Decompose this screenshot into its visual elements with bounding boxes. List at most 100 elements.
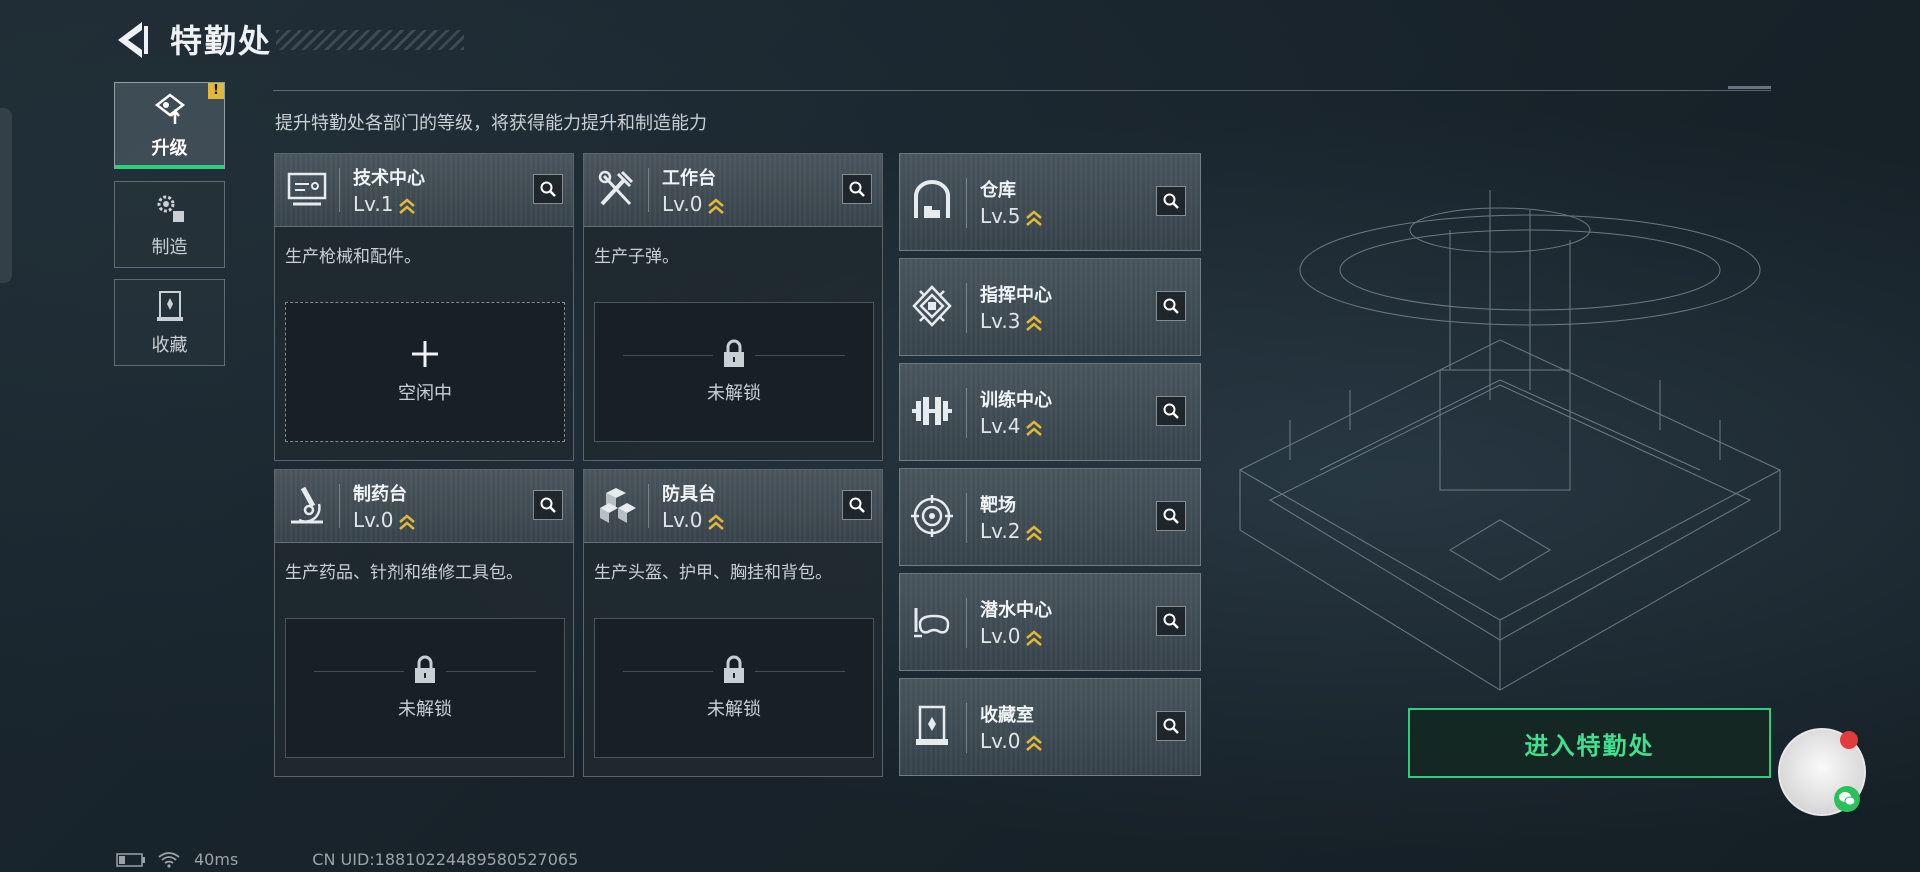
monitor-icon [287, 172, 327, 206]
notification-dot [1840, 731, 1858, 749]
details-button[interactable] [842, 174, 872, 204]
production-slot-locked: 未解锁 [594, 618, 874, 758]
level-text: Lv.0 [662, 192, 703, 216]
level-up-chevron-icon [1025, 419, 1042, 436]
wifi-icon [158, 851, 180, 868]
microscope-icon [291, 486, 323, 524]
production-slot-locked: 未解锁 [594, 302, 874, 442]
tab-craft[interactable]: 制造 [114, 181, 225, 268]
department-level: Lv.0 [662, 192, 725, 216]
search-icon [849, 497, 865, 513]
production-slot-idle[interactable]: 空闲中 [285, 302, 565, 442]
department-level: Lv.0 [662, 508, 725, 532]
department-card: 技术中心 Lv.1 生产枪械和配件。 空闲中 [274, 153, 574, 461]
search-icon [1163, 613, 1179, 629]
details-button[interactable] [533, 490, 563, 520]
side-handle [0, 108, 12, 283]
facility-level: Lv.5 [980, 204, 1043, 228]
dumbbell-icon [912, 397, 952, 425]
facility-level: Lv.0 [980, 624, 1043, 648]
page-subtitle: 提升特勤处各部门的等级，将获得能力提升和制造能力 [275, 113, 707, 134]
facility-level: Lv.4 [980, 414, 1043, 438]
level-text: Lv.4 [980, 414, 1021, 438]
header-separator [966, 283, 967, 333]
back-arrow-icon[interactable] [112, 18, 152, 62]
level-up-chevron-icon [398, 197, 415, 214]
production-slot-locked: 未解锁 [285, 618, 565, 758]
level-text: Lv.0 [980, 624, 1021, 648]
header-divider [273, 90, 1771, 91]
facility-name: 指挥中心 [980, 285, 1052, 306]
facility-name: 潜水中心 [980, 600, 1052, 621]
ping-text: 40ms [194, 850, 239, 869]
details-button[interactable] [1156, 606, 1186, 636]
details-button[interactable] [1156, 501, 1186, 531]
lock-icon [724, 339, 744, 367]
slot-divider [623, 355, 713, 356]
search-icon [1163, 718, 1179, 734]
facility-card-diving-center[interactable]: 潜水中心 Lv.0 [899, 573, 1201, 671]
facility-level: Lv.2 [980, 519, 1043, 543]
facility-name: 训练中心 [980, 390, 1052, 411]
slot-status: 未解锁 [707, 383, 761, 404]
enter-special-ops-button[interactable]: 进入特勤处 [1408, 708, 1771, 778]
search-icon [540, 497, 556, 513]
level-up-chevron-icon [707, 513, 724, 530]
status-bar: 40ms CN UID:18810224489580527065 [116, 850, 578, 869]
level-up-chevron-icon [1025, 524, 1042, 541]
header-separator [648, 168, 649, 212]
level-text: Lv.3 [980, 309, 1021, 333]
details-button[interactable] [533, 174, 563, 204]
header-separator [339, 484, 340, 528]
search-icon [849, 181, 865, 197]
level-text: Lv.2 [980, 519, 1021, 543]
slot-status: 未解锁 [707, 699, 761, 720]
level-text: Lv.5 [980, 204, 1021, 228]
gears-icon [157, 195, 184, 222]
department-card: 工作台 Lv.0 生产子弹。 未解锁 [583, 153, 883, 461]
divider-accent [1728, 86, 1771, 89]
header-separator [966, 493, 967, 543]
details-button[interactable] [1156, 291, 1186, 321]
tab-collection[interactable]: 收藏 [114, 279, 225, 366]
facility-level: Lv.3 [980, 309, 1043, 333]
card-header: 制药台 Lv.0 [275, 470, 573, 543]
level-text: Lv.1 [353, 192, 394, 216]
collection-icon [156, 290, 183, 321]
plus-icon [412, 341, 438, 367]
lock-icon [724, 655, 744, 683]
facility-level: Lv.0 [980, 729, 1043, 753]
facility-card-collection-room[interactable]: 收藏室 Lv.0 [899, 678, 1201, 776]
facility-card-command-center[interactable]: 指挥中心 Lv.3 [899, 258, 1201, 356]
upgrade-icon [154, 92, 185, 124]
level-up-chevron-icon [707, 197, 724, 214]
card-header: 防具台 Lv.0 [584, 470, 882, 543]
diving-mask-icon [914, 608, 950, 638]
level-up-chevron-icon [1025, 734, 1042, 751]
header-separator [966, 598, 967, 648]
facility-card-training-center[interactable]: 训练中心 Lv.4 [899, 363, 1201, 461]
department-name: 制药台 [353, 484, 407, 505]
slot-divider [755, 671, 845, 672]
details-button[interactable] [842, 490, 872, 520]
department-description: 生产枪械和配件。 [285, 247, 421, 267]
level-text: Lv.0 [662, 508, 703, 532]
header-separator [966, 388, 967, 438]
tab-upgrade[interactable]: ! 升级 [114, 82, 225, 169]
details-button[interactable] [1156, 396, 1186, 426]
facility-card-warehouse[interactable]: 仓库 Lv.5 [899, 153, 1201, 251]
facility-card-shooting-range[interactable]: 靶场 Lv.2 [899, 468, 1201, 566]
details-button[interactable] [1156, 186, 1186, 216]
slot-status: 空闲中 [398, 383, 452, 404]
wechat-icon [1834, 786, 1860, 812]
slot-status: 未解锁 [398, 699, 452, 720]
search-icon [1163, 193, 1179, 209]
level-text: Lv.0 [980, 729, 1021, 753]
slot-divider [446, 671, 536, 672]
level-text: Lv.0 [353, 508, 394, 532]
header-separator [966, 178, 967, 228]
display-case-icon [916, 705, 948, 745]
chip-icon [912, 285, 952, 327]
department-name: 防具台 [662, 484, 716, 505]
details-button[interactable] [1156, 711, 1186, 741]
